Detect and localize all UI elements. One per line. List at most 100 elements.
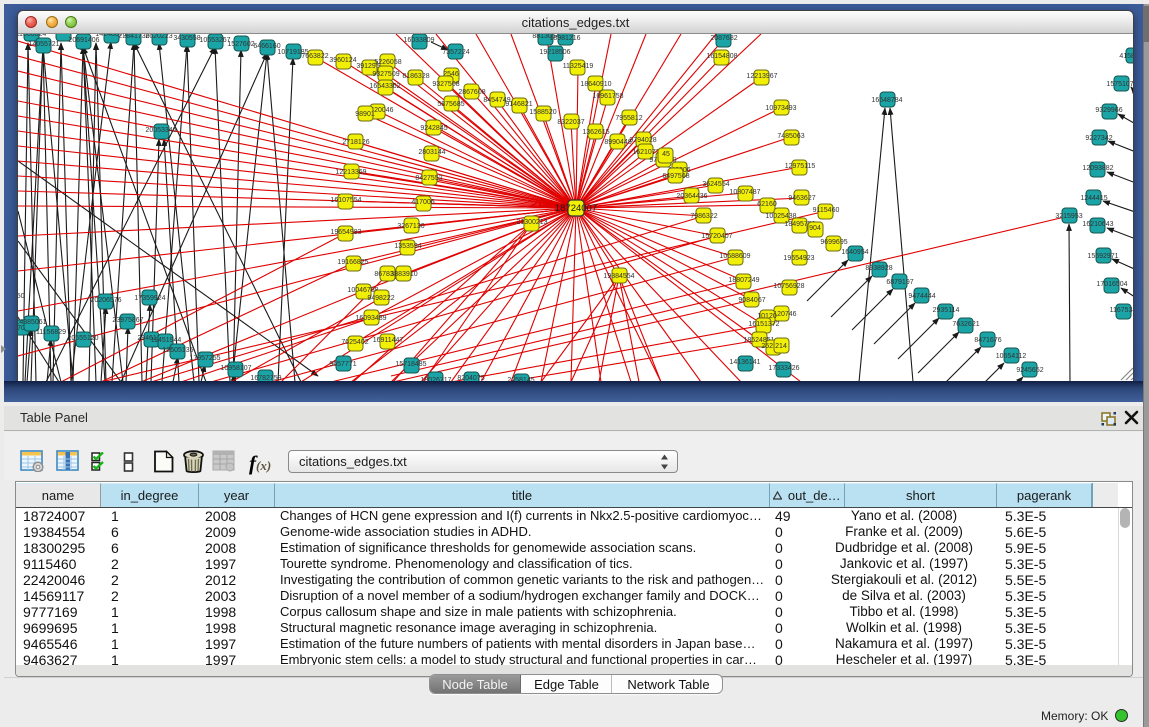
svg-text:3267130: 3267130 (397, 223, 424, 230)
svg-text:4158480: 4158480 (1119, 53, 1133, 60)
svg-text:12213369: 12213369 (335, 169, 366, 176)
svg-text:2935114: 2935114 (933, 307, 960, 314)
svg-text:11451944: 11451944 (151, 337, 182, 344)
svg-text:10025438: 10025438 (765, 213, 796, 220)
svg-text:1640954: 1640954 (841, 249, 868, 256)
svg-text:6879197: 6879197 (886, 279, 913, 286)
svg-text:14136141: 14136141 (729, 359, 760, 366)
svg-text:9227342: 9227342 (1085, 135, 1112, 142)
svg-text:9329966: 9329966 (1095, 107, 1122, 114)
svg-text:16107554: 16107554 (330, 197, 361, 204)
svg-text:7632621: 7632621 (952, 321, 979, 328)
svg-text:16151372: 16151372 (748, 321, 779, 328)
svg-text:98901: 98901 (355, 111, 375, 118)
svg-text:17016504: 17016504 (1096, 281, 1127, 288)
svg-text:7357224: 7357224 (442, 49, 469, 56)
svg-text:18981216: 18981216 (549, 35, 580, 42)
svg-text:1527602: 1527602 (227, 41, 254, 48)
svg-text:1362615: 1362615 (582, 129, 609, 136)
svg-text:2803144: 2803144 (418, 149, 445, 156)
svg-text:20206576: 20206576 (90, 297, 121, 304)
svg-text:3215953: 3215953 (1055, 213, 1082, 220)
svg-text:214: 214 (775, 343, 787, 350)
svg-text:6061658: 6061658 (49, 34, 76, 36)
svg-text:2087682: 2087682 (710, 35, 737, 42)
svg-text:9498222: 9498222 (367, 295, 394, 302)
svg-text:17333426: 17333426 (768, 365, 799, 372)
svg-text:16093489: 16093489 (355, 315, 386, 322)
svg-text:19218506: 19218506 (539, 49, 570, 56)
svg-text:11325419: 11325419 (563, 63, 594, 70)
svg-text:16033809: 16033809 (403, 37, 434, 44)
svg-text:10973493: 10973493 (765, 105, 796, 112)
svg-text:8322037: 8322037 (557, 119, 584, 126)
svg-text:19654983: 19654983 (330, 229, 361, 236)
svg-text:1167534: 1167534 (1110, 307, 1133, 314)
svg-text:7955812: 7955812 (615, 115, 642, 122)
svg-text:16154808: 16154808 (706, 53, 737, 60)
svg-text:21300213: 21300213 (516, 219, 547, 226)
svg-text:8186328: 8186328 (402, 73, 429, 80)
svg-text:23975867: 23975867 (112, 317, 143, 324)
svg-text:20364436: 20364436 (676, 193, 707, 200)
svg-text:9327508: 9327508 (432, 81, 459, 88)
svg-text:10807487: 10807487 (729, 189, 760, 196)
svg-text:19384554: 19384554 (603, 273, 634, 280)
svg-text:10653267: 10653267 (199, 37, 230, 44)
svg-text:5875685: 5875685 (437, 101, 464, 108)
svg-text:1244415: 1244415 (1080, 195, 1107, 202)
svg-text:9115460: 9115460 (813, 207, 840, 214)
svg-text:16210643: 16210643 (1082, 221, 1113, 228)
svg-text:9242845: 9242845 (420, 125, 447, 132)
svg-text:3960124: 3960124 (329, 57, 356, 64)
svg-text:18807249: 18807249 (728, 277, 759, 284)
svg-text:15751074: 15751074 (1106, 81, 1133, 88)
svg-text:2620223: 2620223 (145, 34, 172, 40)
svg-text:8990448: 8990448 (604, 139, 631, 146)
svg-text:10654112: 10654112 (996, 353, 1027, 360)
svg-text:9084067: 9084067 (738, 297, 765, 304)
svg-text:15692971: 15692971 (1087, 253, 1118, 260)
svg-text:2867608: 2867608 (458, 89, 485, 96)
svg-text:19166825: 19166825 (337, 259, 368, 266)
svg-text:9327509: 9327509 (372, 71, 399, 78)
svg-text:14385061: 14385061 (18, 319, 47, 326)
svg-text:45: 45 (662, 151, 670, 158)
svg-text:15718485: 15718485 (395, 361, 426, 368)
svg-text:14055721: 14055721 (28, 41, 59, 48)
svg-text:8471676: 8471676 (974, 337, 1001, 344)
svg-text:9245652: 9245652 (1016, 367, 1043, 374)
svg-text:9146821: 9146821 (505, 101, 532, 108)
svg-text:3624554: 3624554 (702, 181, 729, 188)
svg-text:9794028: 9794028 (629, 137, 656, 144)
svg-text:17957255: 17957255 (189, 355, 220, 362)
svg-text:417006: 417006 (411, 199, 434, 206)
svg-text:16543362: 16543362 (369, 83, 400, 90)
svg-text:15720407: 15720407 (701, 233, 732, 240)
svg-text:8938928: 8938928 (865, 265, 892, 272)
svg-text:3883910: 3883910 (390, 271, 417, 278)
svg-text:9699695: 9699695 (820, 239, 847, 246)
svg-text:62160: 62160 (757, 201, 777, 208)
svg-text:3430558: 3430558 (173, 35, 200, 42)
svg-text:7625402: 7625402 (341, 339, 368, 346)
svg-text:10958107: 10958107 (220, 365, 251, 372)
svg-text:10688609: 10688609 (719, 253, 750, 260)
svg-text:1353594: 1353594 (394, 243, 421, 250)
svg-text:20555120: 20555120 (67, 335, 98, 342)
svg-text:17359924: 17359924 (134, 295, 165, 302)
svg-text:12093882: 12093882 (1082, 165, 1113, 172)
svg-text:7986322: 7986322 (690, 213, 717, 220)
svg-text:19654923: 19654923 (783, 255, 814, 262)
svg-text:9474444: 9474444 (908, 293, 935, 300)
svg-text:7485063: 7485063 (777, 133, 804, 140)
svg-text:6497568: 6497568 (662, 173, 689, 180)
svg-text:9657771: 9657771 (329, 361, 356, 368)
svg-text:1588520: 1588520 (529, 109, 556, 116)
svg-text:7663822: 7663822 (301, 53, 328, 60)
svg-text:8427552: 8427552 (415, 175, 442, 182)
svg-text:5226058: 5226058 (374, 59, 401, 66)
svg-text:11866024: 11866024 (18, 34, 46, 38)
svg-text:16911447: 16911447 (373, 337, 404, 344)
svg-text:9463627: 9463627 (788, 195, 815, 202)
